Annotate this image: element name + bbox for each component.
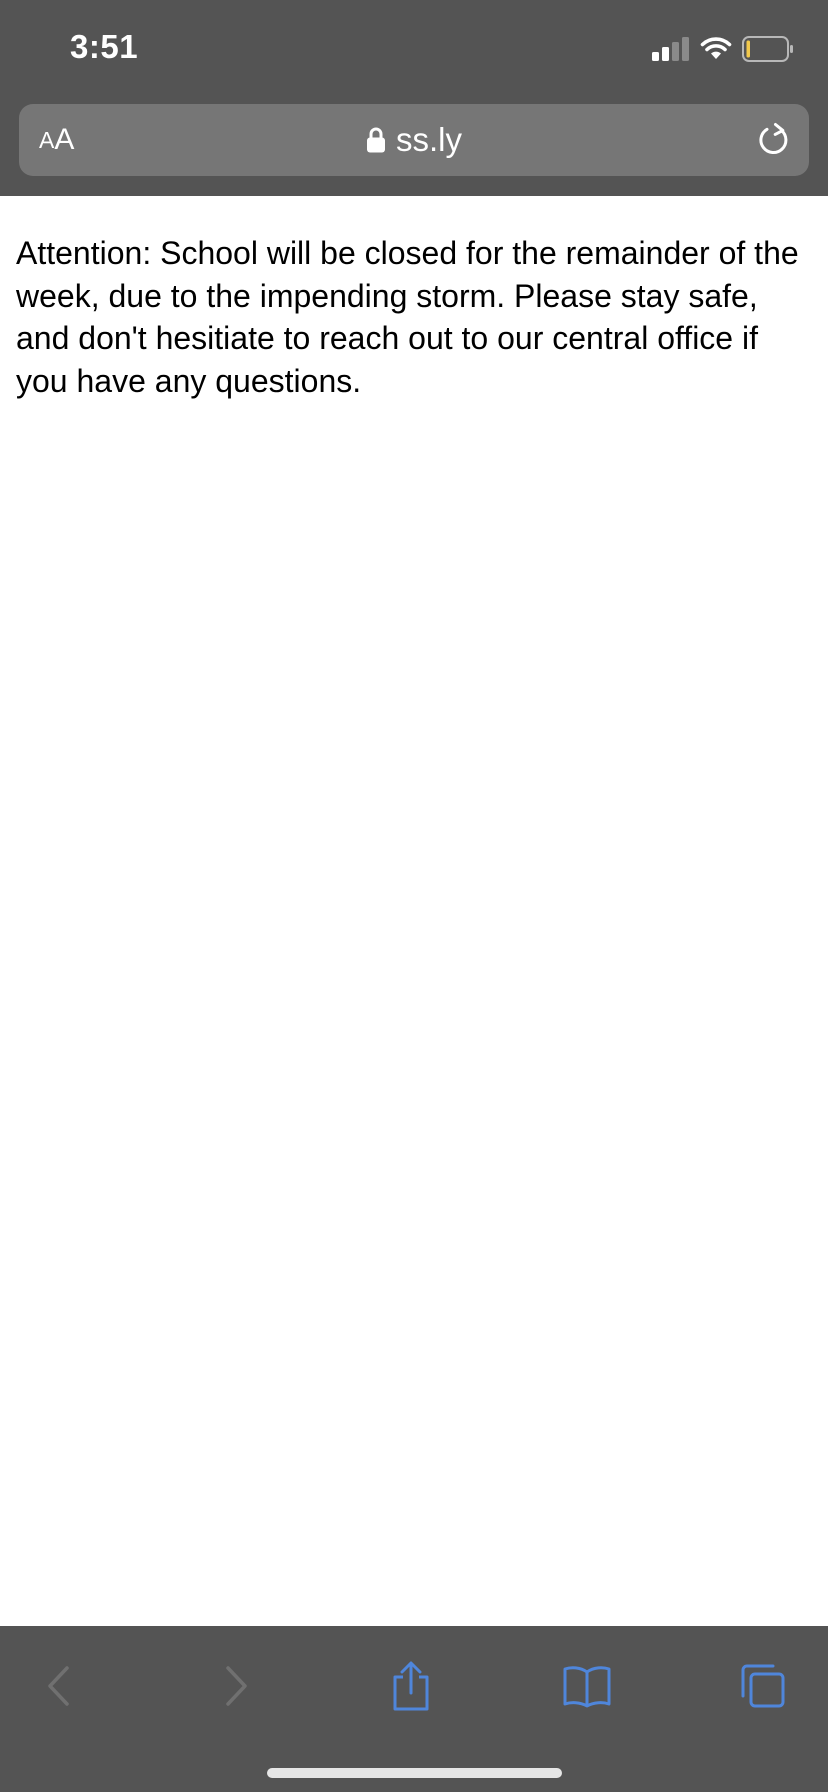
status-icons: [652, 36, 794, 62]
back-button[interactable]: [29, 1656, 89, 1716]
url-display[interactable]: ss.ly: [19, 104, 809, 176]
battery-icon: [742, 36, 793, 62]
share-icon: [393, 1661, 429, 1711]
status-time: 3:51: [70, 28, 139, 65]
cellular-signal-icon: [652, 37, 689, 61]
url-text: ss.ly: [396, 121, 462, 158]
bottom-toolbar: [0, 1626, 828, 1792]
top-chrome: 3:51 AA ss.ly: [0, 0, 828, 196]
home-indicator[interactable]: [267, 1768, 562, 1778]
safari-screen: 3:51 AA ss.ly Attention: School will be …: [0, 0, 828, 1792]
share-button[interactable]: [381, 1656, 441, 1716]
forward-icon: [226, 1666, 247, 1706]
reload-icon[interactable]: [755, 121, 793, 159]
tabs-button[interactable]: [733, 1656, 793, 1716]
lock-icon: [367, 127, 385, 153]
bookmarks-icon: [563, 1666, 611, 1708]
address-bar[interactable]: AA ss.ly: [19, 104, 809, 176]
back-icon: [48, 1666, 69, 1706]
forward-button[interactable]: [206, 1656, 266, 1716]
wifi-icon: [700, 37, 732, 59]
tabs-icon: [741, 1664, 785, 1708]
announcement-text: Attention: School will be closed for the…: [16, 235, 799, 399]
bookmarks-button[interactable]: [557, 1656, 617, 1716]
